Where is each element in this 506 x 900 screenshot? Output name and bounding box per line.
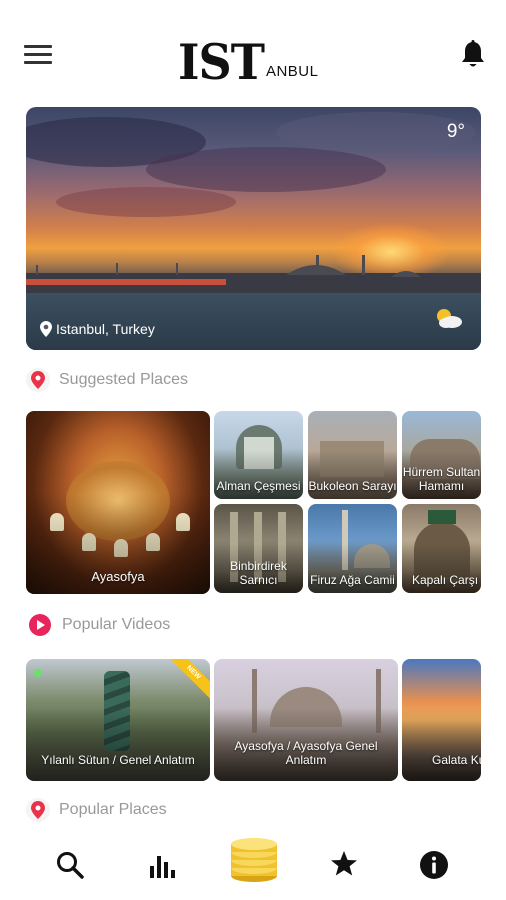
place-card-bukoleon-sarayi[interactable]: Bukoleon Sarayı (308, 411, 397, 499)
place-card-hurrem-sultan-hamami[interactable]: Hürrem Sultan Hamamı (402, 411, 481, 499)
bell-icon[interactable] (460, 40, 486, 70)
star-icon[interactable] (330, 850, 358, 878)
stats-icon[interactable] (148, 850, 176, 880)
menu-icon[interactable] (24, 45, 52, 65)
app-logo: IST ANBUL (178, 33, 319, 91)
location-label: Istanbul, Turkey (40, 321, 155, 337)
place-name: Ayasofya (91, 569, 145, 584)
popular-places-header: Popular Places (26, 798, 167, 822)
location-text: Istanbul, Turkey (56, 321, 155, 337)
place-name: Hürrem Sultan Hamamı (402, 465, 481, 493)
video-card-yilanli-sutun[interactable]: NEW Yılanlı Sütun / Genel Anlatım (26, 659, 210, 781)
logo-suffix-text: ANBUL (265, 63, 319, 80)
video-card-ayasofya[interactable]: Ayasofya / Ayasofya Genel Anlatım (214, 659, 398, 781)
app-header: IST ANBUL (0, 0, 506, 100)
place-card-binbirdirek-sarnici[interactable]: Binbirdirek Sarnıcı (214, 504, 303, 593)
video-title: Ayasofya / Ayasofya Genel Anlatım (234, 739, 378, 767)
section-title-videos: Popular Videos (62, 616, 171, 633)
info-icon[interactable] (419, 850, 449, 880)
section-title-popular-places: Popular Places (59, 801, 167, 818)
map-pin-icon (26, 798, 50, 822)
place-name: Alman Çeşmesi (216, 479, 301, 493)
place-card-ayasofya[interactable]: Ayasofya (26, 411, 210, 594)
place-name: Firuz Ağa Camii (310, 573, 395, 587)
partly-cloudy-icon (433, 307, 463, 334)
place-name: Bukoleon Sarayı (308, 479, 397, 493)
place-name: Kapalı Çarşı (412, 573, 479, 587)
place-card-alman-cesmesi[interactable]: Alman Çeşmesi (214, 411, 303, 499)
place-card-kapali-carsi[interactable]: Kapalı Çarşı (402, 504, 481, 593)
logo-main-text: IST (178, 33, 265, 91)
skyline-silhouette (26, 255, 481, 295)
map-pin-icon (26, 368, 50, 392)
bottom-navigation (0, 830, 506, 900)
temperature-label: 9° (446, 121, 465, 142)
coins-icon[interactable] (228, 836, 280, 884)
search-icon[interactable] (55, 850, 85, 880)
popular-videos-header: Popular Videos (26, 614, 170, 636)
section-title-suggested: Suggested Places (59, 371, 188, 388)
location-pin-icon (40, 321, 52, 337)
video-title: Yılanlı Sütun / Genel Anlatım (41, 753, 195, 767)
video-title: Galata Kulesi / Genel Anlatım (432, 753, 481, 767)
suggested-places-header: Suggested Places (26, 368, 188, 392)
video-card-galata-kulesi[interactable]: Galata Kulesi / Genel Anlatım (402, 659, 481, 781)
place-name: Binbirdirek Sarnıcı (230, 559, 287, 587)
place-card-firuz-aga-camii[interactable]: Firuz Ağa Camii (308, 504, 397, 593)
play-icon (29, 614, 51, 636)
city-hero-card[interactable]: 9° Istanbul, Turkey (26, 107, 481, 350)
